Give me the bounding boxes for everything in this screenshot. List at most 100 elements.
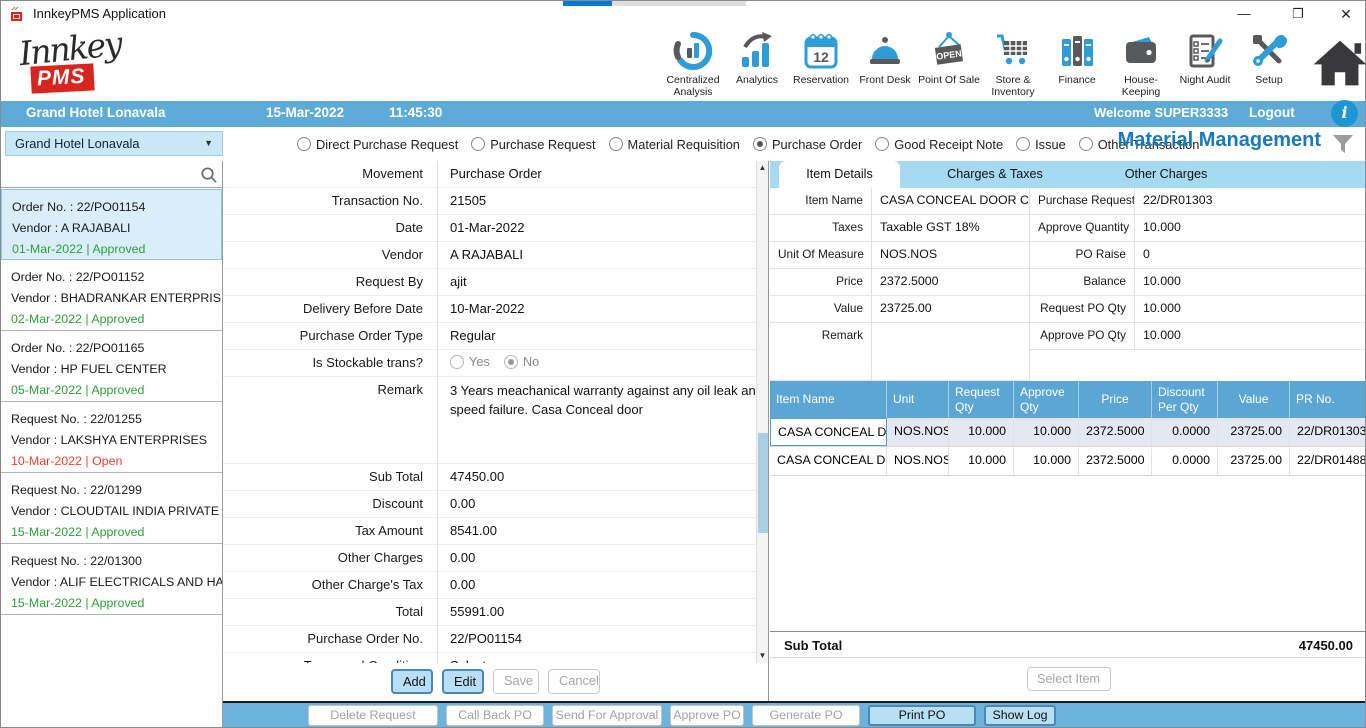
select-item-button[interactable]: Select Item xyxy=(1027,667,1111,691)
save-button[interactable]: Save xyxy=(493,669,539,694)
analytics-icon xyxy=(734,29,780,73)
minimize-button[interactable]: — xyxy=(1227,1,1261,27)
col-header[interactable]: Approve Qty xyxy=(1014,381,1079,418)
add-button[interactable]: Add xyxy=(391,669,433,694)
module-analytics[interactable]: Analytics xyxy=(725,29,789,86)
module-finance[interactable]: Finance xyxy=(1045,29,1109,86)
tab-other-charges[interactable]: Other Charges xyxy=(1090,161,1242,188)
vendor-name: Vendor : HP FUEL CENTER xyxy=(11,359,222,380)
module-setup[interactable]: Setup xyxy=(1237,29,1301,86)
radio-good-receipt-note[interactable]: Good Receipt Note xyxy=(875,137,1003,152)
item-name-value: CASA CONCEAL DOOR CLOSER xyxy=(872,188,1030,215)
module-front-desk[interactable]: Front Desk xyxy=(853,29,917,86)
window-title: InnkeyPMS Application xyxy=(33,6,166,21)
module-night-audit[interactable]: Night Audit xyxy=(1173,29,1237,86)
module-label: Setup xyxy=(1237,74,1301,86)
search-icon[interactable] xyxy=(199,165,218,184)
form-scrollbar[interactable]: ▲ ▼ xyxy=(756,161,768,663)
night-audit-clipboard-icon xyxy=(1182,29,1228,73)
transaction-no-value: 21505 xyxy=(438,188,768,214)
taxes-value: Taxable GST 18% xyxy=(872,215,1030,242)
module-house-keeping[interactable]: House-Keeping xyxy=(1109,29,1173,98)
module-centralized-analysis[interactable]: Centralized Analysis xyxy=(661,29,725,98)
chevron-down-icon: ▼ xyxy=(204,132,213,155)
delete-request-button[interactable]: Delete Request xyxy=(308,705,438,726)
order-list-item[interactable]: Request No. : 22/01300 Vendor : ALIF ELE… xyxy=(1,544,222,615)
order-list-sidebar: Order No. : 22/PO01154 Vendor : A RAJABA… xyxy=(1,161,223,728)
module-point-of-sale[interactable]: OPEN Point Of Sale xyxy=(917,29,981,86)
search-input[interactable] xyxy=(1,161,197,187)
field-label: Total xyxy=(223,599,438,625)
hotel-select-value: Grand Hotel Lonavala xyxy=(15,136,140,151)
col-header[interactable]: Value xyxy=(1218,381,1290,418)
show-log-button[interactable]: Show Log xyxy=(984,705,1056,726)
field-label: PO Raise xyxy=(1030,242,1135,269)
radio-direct-purchase-request[interactable]: Direct Purchase Request xyxy=(297,137,458,152)
tab-charges-taxes[interactable]: Charges & Taxes xyxy=(900,161,1090,188)
scroll-down-icon[interactable]: ▼ xyxy=(757,649,768,663)
scroll-up-icon[interactable]: ▲ xyxy=(757,161,768,175)
col-header[interactable]: Request Qty xyxy=(949,381,1014,418)
close-button[interactable]: ✕ xyxy=(1329,1,1363,27)
cancel-button[interactable]: Cancel xyxy=(548,669,600,694)
radio-circle xyxy=(1079,137,1093,151)
scrollbar-thumb[interactable] xyxy=(758,433,768,533)
stockable-no-radio[interactable]: No xyxy=(504,354,539,369)
call-back-po-button[interactable]: Call Back PO xyxy=(446,705,544,726)
col-header[interactable]: Price xyxy=(1079,381,1152,418)
module-label: Store & Inventory xyxy=(981,74,1045,98)
module-store-inventory[interactable]: Store & Inventory xyxy=(981,29,1045,98)
module-label: Night Audit xyxy=(1173,74,1237,86)
home-button[interactable] xyxy=(1311,31,1366,96)
request-number: Request No. : 22/01255 xyxy=(11,409,222,430)
info-icon[interactable]: i xyxy=(1331,100,1358,127)
vendor-name: Vendor : ALIF ELECTRICALS AND HARDWAR xyxy=(11,572,222,593)
info-bar: Grand Hotel Lonavala 15-Mar-2022 11:45:3… xyxy=(1,101,1365,127)
innkey-pms-logo: Innkey PMS xyxy=(19,29,139,99)
stockable-yes-radio[interactable]: Yes xyxy=(450,354,490,369)
module-reservation[interactable]: 12 Reservation xyxy=(789,29,853,86)
other-charges-tax-value: 0.00 xyxy=(438,572,768,598)
radio-purchase-order[interactable]: Purchase Order xyxy=(753,137,862,152)
delivery-before-date-value: 10-Mar-2022 xyxy=(438,296,768,322)
col-header[interactable]: Unit xyxy=(887,381,949,418)
edit-button[interactable]: Edit xyxy=(442,669,484,694)
filter-icon[interactable] xyxy=(1331,132,1355,156)
radio-circle xyxy=(471,137,485,151)
request-number: Request No. : 22/01299 xyxy=(11,480,222,501)
order-list-item[interactable]: Order No. : 22/PO01152 Vendor : BHADRANK… xyxy=(1,260,222,331)
radio-purchase-request[interactable]: Purchase Request xyxy=(471,137,595,152)
module-label: Analytics xyxy=(725,74,789,86)
logout-button[interactable]: Logout xyxy=(1249,105,1295,120)
order-list-item[interactable]: Request No. : 22/01299 Vendor : CLOUDTAI… xyxy=(1,473,222,544)
empty-cell xyxy=(1030,350,1135,381)
col-header[interactable]: PR No. xyxy=(1290,381,1366,418)
radio-circle-selected xyxy=(504,355,518,369)
print-po-button[interactable]: Print PO xyxy=(868,705,976,726)
cell-request-qty: 10.000 xyxy=(949,447,1014,475)
logo-pms-badge: PMS xyxy=(30,63,94,93)
module-label: Front Desk xyxy=(853,74,917,86)
col-header[interactable]: Discount Per Qty xyxy=(1152,381,1218,418)
field-label: Terms and Condition xyxy=(223,653,438,663)
form-action-buttons: Add Edit Save Cancel xyxy=(223,663,769,701)
approve-po-button[interactable]: Approve PO xyxy=(670,705,744,726)
generate-po-button[interactable]: Generate PO xyxy=(752,705,860,726)
stockable-radio-group: Yes No xyxy=(450,354,768,369)
radio-issue[interactable]: Issue xyxy=(1016,137,1066,152)
order-list-item[interactable]: Request No. : 22/01255 Vendor : LAKSHYA … xyxy=(1,402,222,473)
order-list-item[interactable]: Order No. : 22/PO01154 Vendor : A RAJABA… xyxy=(1,189,222,260)
table-row[interactable]: CASA CONCEAL DOOR CLOSER NOS.NOS 10.000 … xyxy=(770,447,1366,476)
radio-material-requisition[interactable]: Material Requisition xyxy=(609,137,740,152)
order-list-item[interactable]: Order No. : 22/PO01165 Vendor : HP FUEL … xyxy=(1,331,222,402)
finance-binders-icon xyxy=(1054,29,1100,73)
col-header[interactable]: Item Name xyxy=(770,381,887,418)
hotel-select-dropdown[interactable]: Grand Hotel Lonavala ▼ xyxy=(5,131,223,156)
tab-item-details[interactable]: Item Details xyxy=(779,161,900,188)
radio-circle xyxy=(875,137,889,151)
send-for-approval-button[interactable]: Send For Approval xyxy=(552,705,662,726)
table-row[interactable]: CASA CONCEAL DOOR CLOSER NOS.NOS 10.000 … xyxy=(770,418,1366,447)
date-status: 01-Mar-2022 | Approved xyxy=(12,239,221,260)
radio-circle xyxy=(297,137,311,151)
restore-button[interactable]: ❐ xyxy=(1281,1,1315,27)
